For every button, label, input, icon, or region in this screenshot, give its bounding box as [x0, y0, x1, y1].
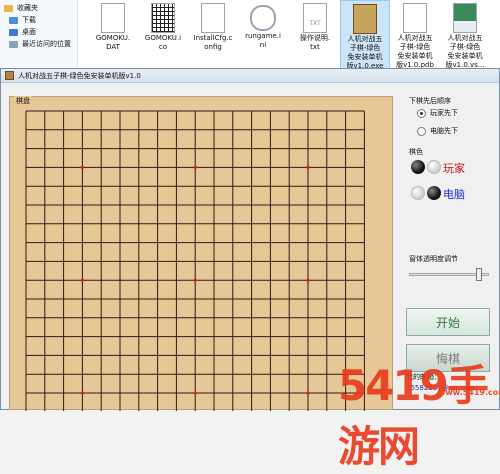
file-name: GOMOKU. — [95, 34, 131, 42]
file-name: 免安装单机 — [397, 52, 433, 60]
desktop-folder-icon — [9, 28, 18, 36]
site-watermark: 5419手游网 www.5419.com — [338, 361, 500, 471]
explorer-nav-pane: 收藏夹 下载 桌面 最近访问的位置 — [0, 0, 78, 70]
star-point — [306, 278, 310, 282]
file-list: GOMOKU. DAT GOMOKU.i co InstallCfg.c onfig run… — [80, 0, 500, 72]
board-group: 棋盘 — [9, 96, 394, 411]
radio-computer-first[interactable]: 电脑先下 — [417, 126, 458, 136]
computer-label: 电脑 — [443, 188, 465, 201]
window-title: 人机对战五子棋-绿色免安装单机版v1.0 — [18, 71, 141, 80]
file-gear-icon — [250, 5, 276, 31]
star-point — [193, 278, 197, 282]
file-name: 免安装单机 — [347, 53, 383, 61]
file-item[interactable]: 人机对战五 子棋-绿色 免安装单机 版v1.0.exe — [340, 0, 390, 72]
black-stone-icon[interactable] — [411, 160, 425, 174]
start-button[interactable]: 开始 — [406, 308, 490, 336]
file-name: ni — [259, 41, 267, 49]
file-item[interactable]: 人机对战五 子棋-绿色 免安装单机 版v1.0.pdb — [390, 0, 440, 70]
nav-item-downloads[interactable]: 下载 — [0, 14, 77, 26]
file-doc-icon — [403, 3, 427, 33]
player-label: 玩家 — [443, 162, 465, 175]
file-item[interactable]: GOMOKU.i co — [138, 0, 188, 52]
star-icon — [4, 4, 13, 12]
file-app-icon — [353, 4, 377, 34]
file-name: 人机对战五 — [347, 35, 383, 43]
file-doc-icon — [101, 3, 125, 33]
file-name: 子棋-绿色 — [399, 43, 431, 51]
star-point — [80, 278, 84, 282]
file-item[interactable]: InstallCfg.c onfig — [188, 0, 238, 52]
star-point — [193, 165, 197, 169]
file-name: 人机对战五 — [447, 34, 483, 42]
file-name: GOMOKU.i — [144, 34, 182, 42]
file-item[interactable]: 操作说明.txt — [290, 0, 340, 52]
file-name: 子棋-绿色 — [349, 44, 381, 52]
board-group-label: 棋盘 — [14, 96, 32, 106]
star-point — [306, 165, 310, 169]
white-stone-icon[interactable] — [427, 160, 441, 174]
file-name: onfig — [204, 43, 222, 51]
nav-item-desktop[interactable]: 桌面 — [0, 26, 77, 38]
star-point — [80, 165, 84, 169]
color-heading: 棋色 — [409, 148, 423, 156]
opacity-heading: 窗体透明度调节 — [409, 255, 458, 263]
black-stone-icon[interactable] — [427, 186, 441, 200]
order-heading: 下棋先后顺序 — [409, 97, 451, 105]
file-green-icon — [453, 3, 477, 33]
file-name: 免安装单机 — [447, 52, 483, 60]
file-explorer: 收藏夹 下载 桌面 最近访问的位置 GOMOKU. DAT GOMOKU.i co In… — [0, 0, 500, 72]
nav-item-recent[interactable]: 最近访问的位置 — [0, 38, 77, 50]
download-folder-icon — [9, 16, 18, 24]
file-txt-icon — [303, 3, 327, 33]
star-point — [193, 391, 197, 395]
star-point — [80, 391, 84, 395]
file-board-icon — [151, 3, 175, 33]
app-icon — [5, 71, 14, 80]
file-item[interactable]: GOMOKU. DAT — [88, 0, 138, 52]
file-doc-icon — [201, 3, 225, 33]
file-item[interactable]: 人机对战五 子棋-绿色 免安装单机 版v1.0.vs... — [440, 0, 490, 70]
nav-item-favorites[interactable]: 收藏夹 — [0, 2, 77, 14]
file-name: co — [158, 43, 168, 51]
window-titlebar[interactable]: 人机对战五子棋-绿色免安装单机版v1.0 — [1, 69, 499, 83]
opacity-slider-thumb[interactable] — [475, 268, 482, 281]
file-name: rungame.i — [245, 32, 281, 40]
white-stone-icon[interactable] — [411, 186, 425, 200]
radio-dot-icon — [417, 126, 426, 136]
file-name: 人机对战五 — [397, 34, 433, 42]
go-board[interactable] — [10, 97, 394, 411]
file-name: txt — [310, 43, 320, 51]
file-name: DAT — [106, 43, 120, 51]
file-name: 子棋-绿色 — [449, 43, 481, 51]
recent-places-icon — [9, 40, 18, 48]
star-point — [306, 391, 310, 395]
file-name: 操作说明. — [299, 34, 331, 42]
file-item[interactable]: rungame.i ni — [238, 0, 288, 50]
file-name: InstallCfg.c — [193, 34, 233, 42]
radio-dot-icon — [417, 108, 426, 118]
radio-player-first[interactable]: 玩家先下 — [417, 108, 458, 118]
